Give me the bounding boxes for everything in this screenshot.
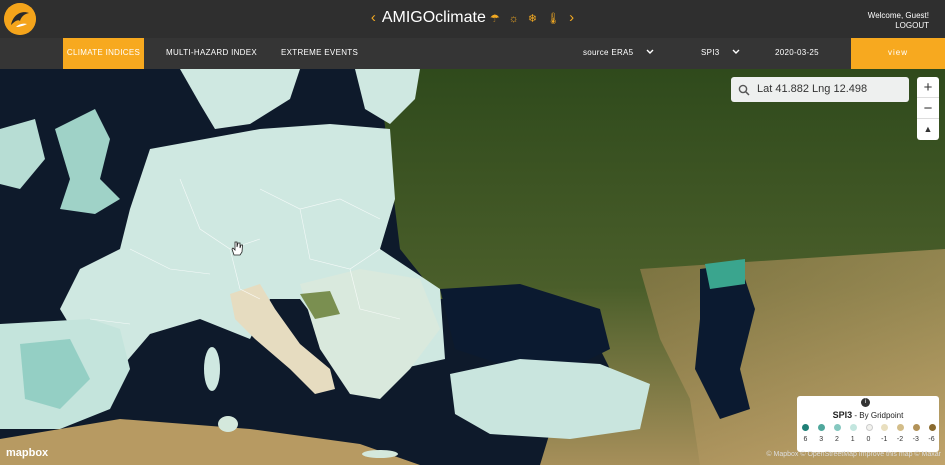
source-select[interactable]: source ERA5 [583,38,654,69]
date-picker[interactable]: 2020-03-25 [775,38,819,69]
legend-swatch [865,424,873,431]
app-root: ‹ AMIGOclimate ☂ ☼ ❄ 🌡 › Welcome, Guest! LO… [0,0,945,465]
top-bar: ‹ AMIGOclimate ☂ ☼ ❄ 🌡 › Welcome, Guest! LO… [0,0,945,38]
map-attribution[interactable]: © Mapbox © OpenStreetMap Improve this ma… [766,451,941,458]
info-icon[interactable]: i [861,398,870,407]
legend-swatch [913,424,921,431]
legend-index: SPI3 [832,410,853,420]
chevron-down-icon [646,38,654,67]
legend-subtitle: - By Gridpoint [854,411,904,420]
legend-swatch [833,424,841,431]
search-icon [738,83,750,101]
weather-icons: ☂ ☼ ❄ 🌡 [489,13,564,25]
search-input[interactable]: Lat 41.882 Lng 12.498 [757,83,867,95]
legend-value: -6 [928,436,935,443]
app-name: AMIGOclimate [381,9,486,26]
logout-link[interactable]: LOGOUT [868,21,929,31]
zoom-controls: + − ▲ [917,77,939,140]
legend-value: 2 [835,436,839,443]
legend-value: 1 [850,436,855,443]
tab-climate-indices[interactable]: CLIMATE INDICES [63,38,144,69]
legend-swatch [881,424,889,431]
welcome-text: Welcome, Guest! [867,11,929,20]
mapbox-logo[interactable]: mapbox [6,447,48,459]
spi-legend: i SPI3 - By Gridpoint 6 3 2 1 0 -1 -2 -3 -6 [797,396,939,452]
legend-title: SPI3 - By Gridpoint [797,410,939,420]
tab-multi-hazard-index[interactable]: MULTI-HAZARD INDEX [166,38,257,69]
legend-value: 0 [866,436,871,443]
index-select-label: SPI3 [701,48,720,57]
coordinate-search[interactable]: Lat 41.882 Lng 12.498 [731,77,909,102]
legend-value: -1 [881,436,888,443]
brand-title: ‹ AMIGOclimate ☂ ☼ ❄ 🌡 › [0,9,945,27]
legend-swatch [897,424,905,431]
index-select[interactable]: SPI3 [701,38,740,69]
nav-bar: CLIMATE INDICES MULTI-HAZARD INDEX EXTRE… [0,38,945,69]
legend-swatch [849,424,857,431]
legend-swatch [817,424,825,431]
legend-value: 3 [819,436,824,443]
next-arrow-icon[interactable]: › [569,9,574,26]
legend-value: -2 [896,436,904,443]
legend-swatch [802,424,809,431]
tab-extreme-events[interactable]: EXTREME EVENTS [281,38,358,69]
legend-value: 6 [803,436,808,443]
zoom-in-button[interactable]: + [917,77,939,98]
legend-swatch [929,424,936,431]
view-button[interactable]: view [851,38,945,69]
legend-values: 6 3 2 1 0 -1 -2 -3 -6 [800,436,937,443]
chevron-down-icon [732,38,740,67]
user-box: Welcome, Guest! LOGOUT [868,11,929,31]
hand-cursor-icon [230,240,244,261]
prev-arrow-icon[interactable]: ‹ [371,9,376,26]
source-select-label: source ERA5 [583,48,634,57]
legend-value: -3 [912,436,919,443]
legend-swatches [802,424,936,431]
zoom-out-button[interactable]: − [917,98,939,119]
compass-button[interactable]: ▲ [917,119,939,140]
